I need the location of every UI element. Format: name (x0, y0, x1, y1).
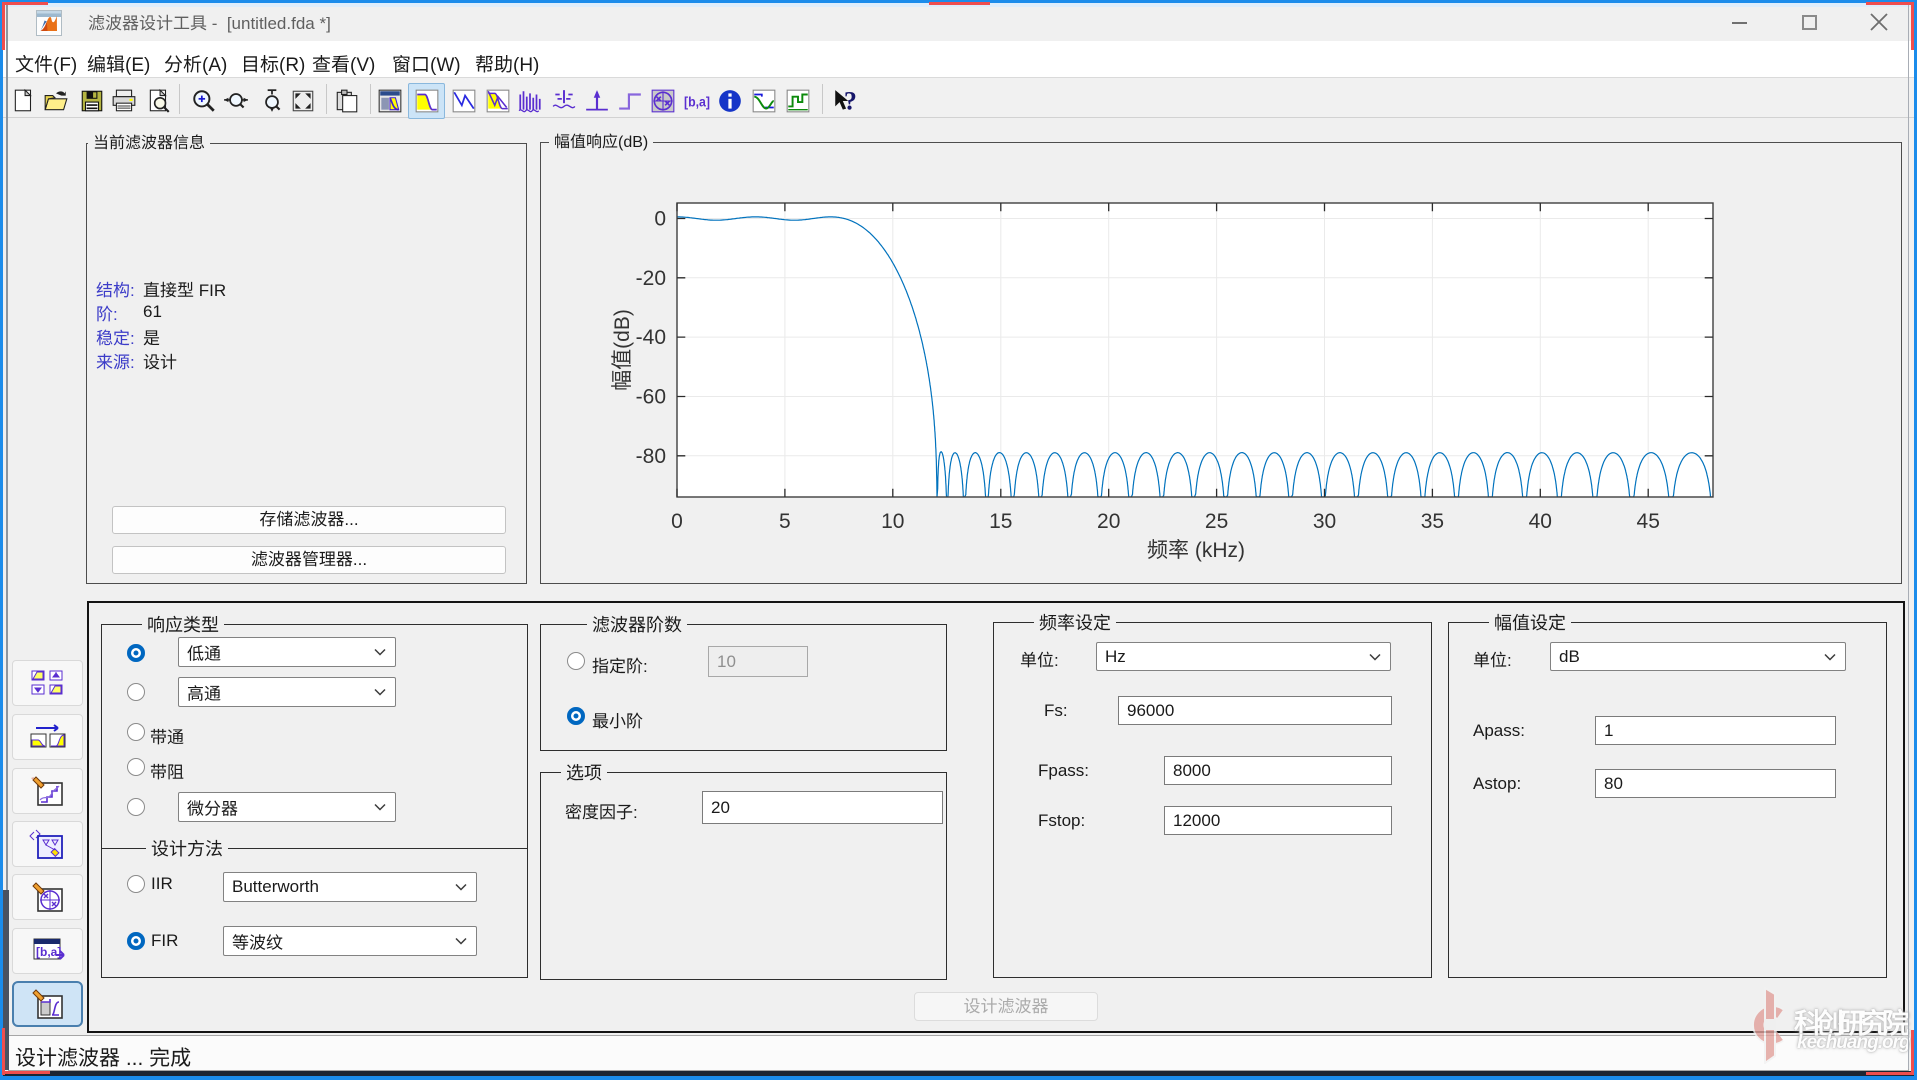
svg-text:35: 35 (1421, 510, 1444, 533)
svg-text:频率 (kHz): 频率 (kHz) (1147, 539, 1245, 562)
svg-text:40: 40 (1529, 510, 1552, 533)
svg-text:0: 0 (654, 208, 666, 231)
svg-text:0: 0 (671, 510, 683, 533)
svg-text:20: 20 (1097, 510, 1120, 533)
svg-text:-40: -40 (636, 326, 666, 349)
svg-text:10: 10 (881, 510, 904, 533)
svg-text:5: 5 (779, 510, 791, 533)
svg-text:-60: -60 (636, 386, 666, 409)
svg-text:-20: -20 (636, 267, 666, 290)
svg-text:15: 15 (989, 510, 1012, 533)
svg-text:30: 30 (1313, 510, 1336, 533)
svg-text:25: 25 (1205, 510, 1228, 533)
svg-text:幅值(dB): 幅值(dB) (611, 309, 634, 391)
svg-text:-80: -80 (636, 445, 666, 468)
svg-text:45: 45 (1637, 510, 1660, 533)
